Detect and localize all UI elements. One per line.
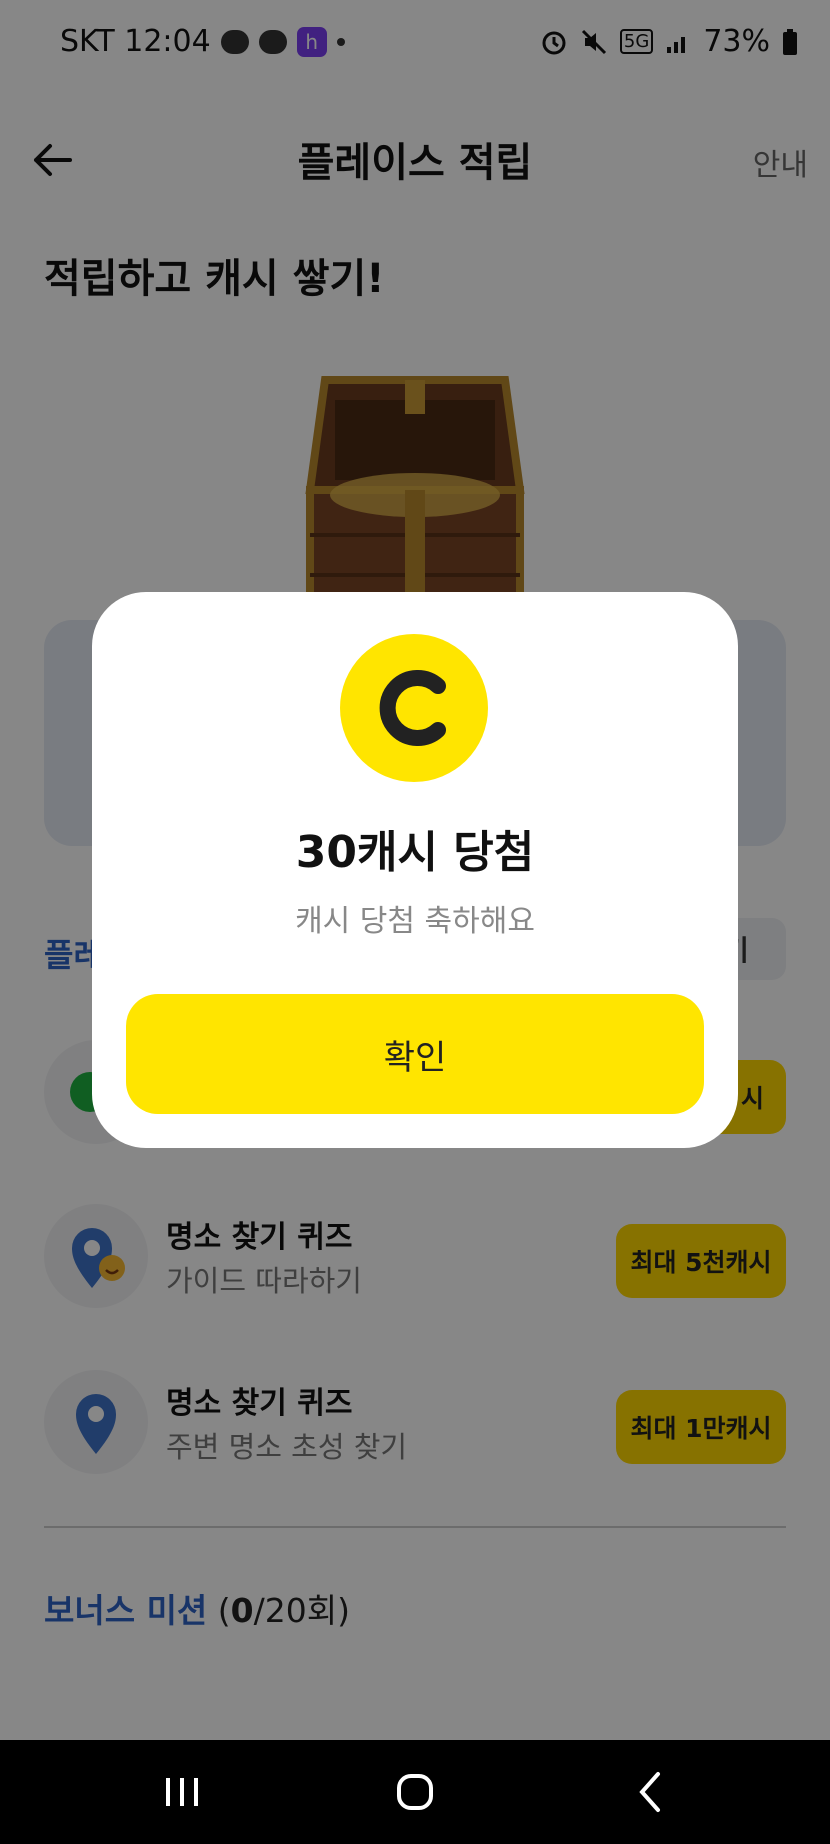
confirm-button[interactable]: 확인: [126, 994, 704, 1114]
coin-c-icon: [379, 670, 446, 746]
back-icon[interactable]: [620, 1762, 680, 1822]
modal-subtitle: 캐시 당첨 축하해요: [295, 904, 535, 939]
recent-apps-icon[interactable]: [152, 1762, 212, 1822]
home-icon[interactable]: [385, 1762, 445, 1822]
modal-title: 30캐시 당첨: [295, 827, 535, 878]
system-nav-bar: [0, 1740, 830, 1844]
reward-modal: 30캐시 당첨 캐시 당첨 축하해요 확인: [92, 592, 738, 1148]
cash-coin-icon: [340, 634, 488, 782]
